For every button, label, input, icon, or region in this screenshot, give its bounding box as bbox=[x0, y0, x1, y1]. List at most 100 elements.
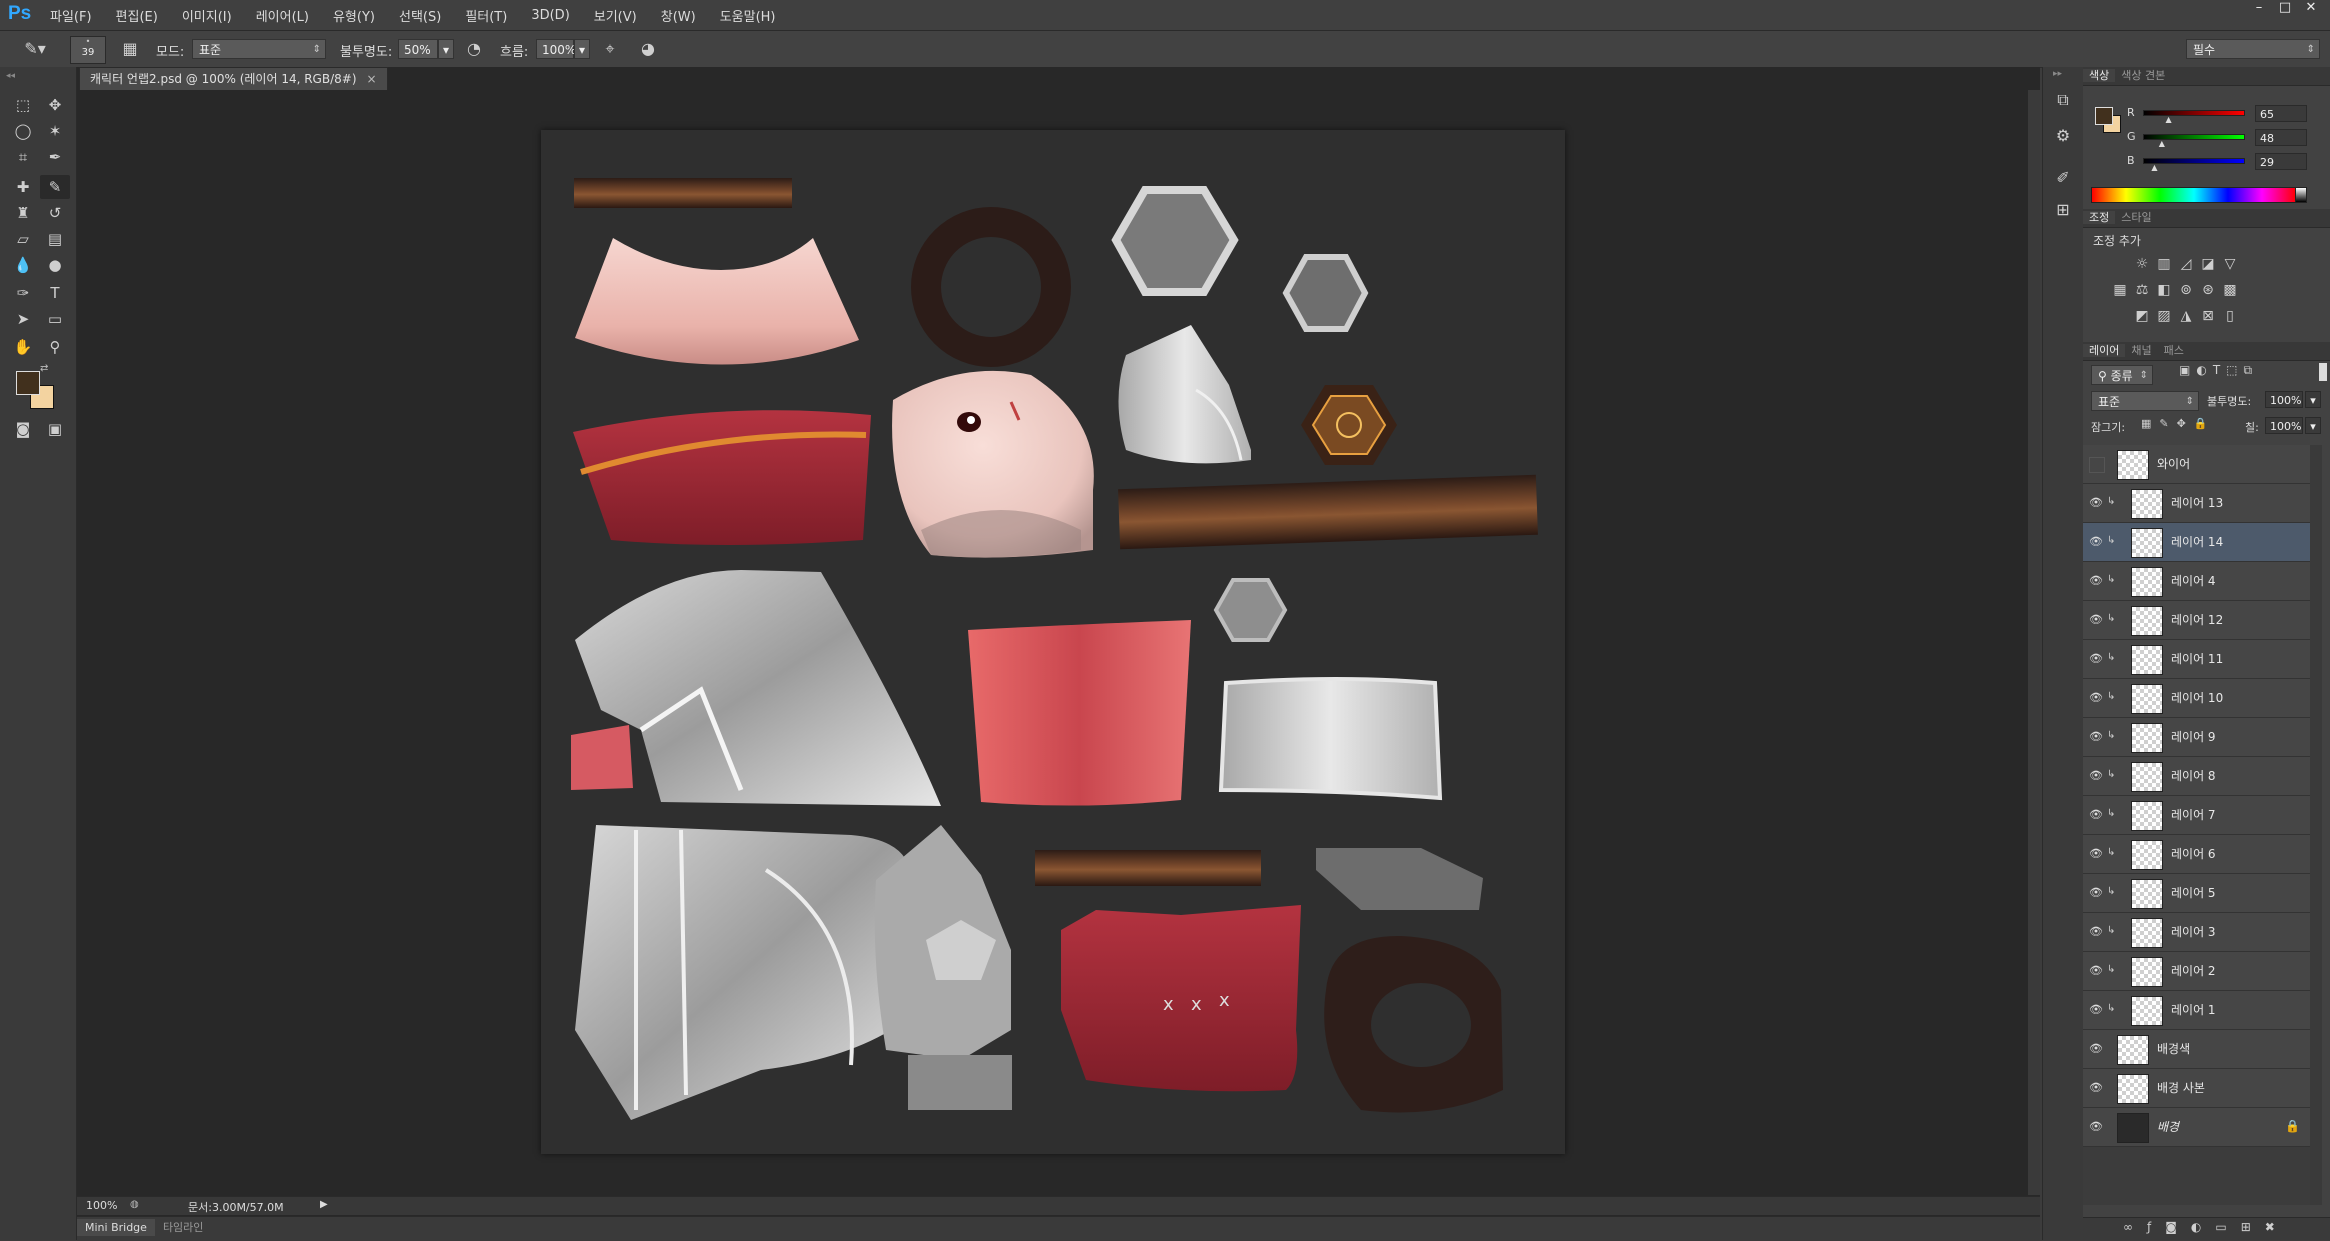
lock-transparency-icon[interactable]: ▦ bbox=[2141, 417, 2159, 430]
green-slider-thumb-icon[interactable]: ▲ bbox=[2159, 139, 2165, 148]
pen-tool-icon[interactable]: ✑ bbox=[8, 281, 38, 305]
menu-help[interactable]: 도움말(H) bbox=[720, 6, 776, 25]
status-info-icon[interactable]: ◍ bbox=[130, 1199, 144, 1211]
mode-select[interactable]: 표준 bbox=[192, 39, 326, 60]
black-white-ramp[interactable] bbox=[2295, 187, 2307, 203]
menu-file[interactable]: 파일(F) bbox=[50, 6, 92, 25]
layers-scrollbar[interactable] bbox=[2310, 445, 2322, 1205]
rectangle-tool-icon[interactable]: ▭ bbox=[40, 307, 70, 331]
clone-source-panel-icon[interactable]: ⊞ bbox=[2051, 199, 2075, 221]
adjustment-filter-icon[interactable]: ◐ bbox=[2196, 363, 2212, 377]
menu-image[interactable]: 이미지(I) bbox=[182, 6, 232, 25]
workspace-select[interactable]: 필수 bbox=[2186, 39, 2320, 60]
hue-saturation-icon[interactable]: ▦ bbox=[2109, 279, 2131, 301]
posterize-icon[interactable]: ▨ bbox=[2153, 305, 2175, 327]
menu-edit[interactable]: 편집(E) bbox=[116, 6, 158, 25]
brush-size-picker[interactable]: • 39 bbox=[70, 36, 106, 64]
dodge-tool-icon[interactable]: ● bbox=[40, 253, 70, 277]
brush-panel-icon[interactable]: ✐ bbox=[2051, 167, 2075, 189]
layer-row[interactable]: 👁 ↳ 레이어 12 bbox=[2083, 601, 2310, 640]
adjustment-layer-icon[interactable]: ◐ bbox=[2191, 1220, 2215, 1234]
pixel-filter-icon[interactable]: ▣ bbox=[2179, 363, 2196, 377]
document-canvas[interactable]: x x x bbox=[541, 130, 1565, 1154]
hand-tool-icon[interactable]: ✋ bbox=[8, 335, 38, 359]
menu-layer[interactable]: 레이어(L) bbox=[256, 6, 309, 25]
color-lookup-icon[interactable]: ▩ bbox=[2219, 279, 2241, 301]
opacity-input[interactable]: 50% bbox=[398, 39, 438, 59]
add-mask-icon[interactable]: ◙ bbox=[2165, 1220, 2191, 1234]
vertical-scrollbar[interactable] bbox=[2028, 90, 2040, 1195]
path-selection-tool-icon[interactable]: ➤ bbox=[8, 307, 38, 331]
lock-pixels-icon[interactable]: ✎ bbox=[2159, 417, 2176, 430]
layer-visibility-icon[interactable]: 👁 bbox=[2089, 691, 2103, 705]
red-value-input[interactable]: 65 bbox=[2255, 105, 2307, 122]
color-spectrum-bar[interactable] bbox=[2091, 187, 2297, 203]
flow-dropdown-icon[interactable]: ▾ bbox=[574, 39, 590, 59]
swap-colors-icon[interactable]: ⇄ bbox=[40, 363, 48, 374]
brightness-contrast-icon[interactable]: ☼ bbox=[2131, 253, 2153, 275]
channel-mixer-icon[interactable]: ⊛ bbox=[2197, 279, 2219, 301]
eraser-tool-icon[interactable]: ▱ bbox=[8, 227, 38, 251]
link-layers-icon[interactable]: ∞ bbox=[2123, 1220, 2147, 1234]
lock-all-icon[interactable]: 🔒 bbox=[2194, 417, 2216, 430]
levels-icon[interactable]: ▥ bbox=[2153, 253, 2175, 275]
menu-select[interactable]: 선택(S) bbox=[399, 6, 441, 25]
expand-arrows-icon[interactable]: ▸▸ bbox=[2053, 69, 2062, 79]
type-filter-icon[interactable]: T bbox=[2213, 363, 2226, 377]
layer-visibility-icon[interactable]: 👁 bbox=[2089, 1042, 2103, 1056]
exposure-icon[interactable]: ◪ bbox=[2197, 253, 2219, 275]
clone-stamp-tool-icon[interactable]: ♜ bbox=[8, 201, 38, 225]
menu-filter[interactable]: 필터(T) bbox=[465, 6, 507, 25]
layer-visibility-icon[interactable]: 👁 bbox=[2089, 1081, 2103, 1095]
color-balance-icon[interactable]: ⚖ bbox=[2131, 279, 2153, 301]
eyedropper-tool-icon[interactable]: ✒ bbox=[40, 145, 70, 169]
tab-styles[interactable]: 스타일 bbox=[2115, 211, 2157, 224]
layer-opacity-dropdown-icon[interactable]: ▾ bbox=[2305, 391, 2321, 408]
gradient-tool-icon[interactable]: ▤ bbox=[40, 227, 70, 251]
layer-visibility-icon[interactable]: 👁 bbox=[2089, 847, 2103, 861]
layer-row[interactable]: 👁 ↳ 레이어 1 bbox=[2083, 991, 2310, 1030]
layer-visibility-icon[interactable]: 👁 bbox=[2089, 964, 2103, 978]
marquee-tool-icon[interactable]: ⬚ bbox=[8, 93, 38, 117]
tab-swatches[interactable]: 색상 견본 bbox=[2115, 69, 2171, 82]
airbrush-icon[interactable]: ⌖ bbox=[598, 38, 622, 60]
tab-channels[interactable]: 채널 bbox=[2125, 344, 2157, 357]
vibrance-icon[interactable]: ▽ bbox=[2219, 253, 2241, 275]
layer-visibility-icon[interactable]: 👁 bbox=[2089, 769, 2103, 783]
black-white-icon[interactable]: ◧ bbox=[2153, 279, 2175, 301]
layer-visibility-icon[interactable]: 👁 bbox=[2089, 613, 2103, 627]
layer-row[interactable]: 👁 배경 🔒 bbox=[2083, 1108, 2310, 1147]
shape-filter-icon[interactable]: ⬚ bbox=[2226, 363, 2243, 377]
minimize-button[interactable]: – bbox=[2246, 0, 2272, 20]
layer-row[interactable]: 👁 ↳ 레이어 10 bbox=[2083, 679, 2310, 718]
layer-row[interactable]: 👁 ↳ 레이어 14 bbox=[2083, 523, 2310, 562]
smart-object-filter-icon[interactable]: ⧉ bbox=[2244, 363, 2259, 377]
lasso-tool-icon[interactable]: ◯ bbox=[8, 119, 38, 143]
layer-visibility-icon[interactable]: 👁 bbox=[2089, 574, 2103, 588]
layer-row[interactable]: 👁 ↳ 레이어 2 bbox=[2083, 952, 2310, 991]
new-group-icon[interactable]: ▭ bbox=[2215, 1220, 2240, 1234]
properties-panel-icon[interactable]: ⚙ bbox=[2051, 125, 2075, 147]
layer-visibility-icon[interactable]: 👁 bbox=[2089, 808, 2103, 822]
history-brush-tool-icon[interactable]: ↺ bbox=[40, 201, 70, 225]
red-slider-thumb-icon[interactable]: ▲ bbox=[2166, 115, 2172, 124]
magic-wand-tool-icon[interactable]: ✶ bbox=[40, 119, 70, 143]
blue-slider[interactable]: ▲ bbox=[2143, 158, 2245, 172]
pressure-opacity-icon[interactable]: ◔ bbox=[462, 38, 486, 60]
status-menu-arrow-icon[interactable]: ▶ bbox=[320, 1199, 328, 1210]
document-tab[interactable]: 캐릭터 언랩2.psd @ 100% (레이어 14, RGB/8#) × bbox=[79, 67, 388, 90]
layer-visibility-icon[interactable]: 👁 bbox=[2089, 1003, 2103, 1017]
threshold-icon[interactable]: ◮ bbox=[2175, 305, 2197, 327]
layer-visibility-icon[interactable]: 👁 bbox=[2089, 886, 2103, 900]
layer-row[interactable]: 👁 배경 사본 bbox=[2083, 1069, 2310, 1108]
layer-visibility-icon[interactable]: 👁 bbox=[2089, 652, 2103, 666]
menu-view[interactable]: 보기(V) bbox=[594, 6, 637, 25]
screen-mode-icon[interactable]: ▣ bbox=[40, 417, 70, 441]
filter-toggle-switch[interactable] bbox=[2319, 363, 2327, 381]
layer-row[interactable]: 와이어 bbox=[2083, 445, 2310, 484]
lock-position-icon[interactable]: ✥ bbox=[2177, 417, 2194, 430]
curves-icon[interactable]: ◿ bbox=[2175, 253, 2197, 275]
tab-layers[interactable]: 레이어 bbox=[2083, 344, 2126, 357]
tab-paths[interactable]: 패스 bbox=[2158, 344, 2190, 357]
selective-color-icon[interactable]: ⊠ bbox=[2197, 305, 2219, 327]
